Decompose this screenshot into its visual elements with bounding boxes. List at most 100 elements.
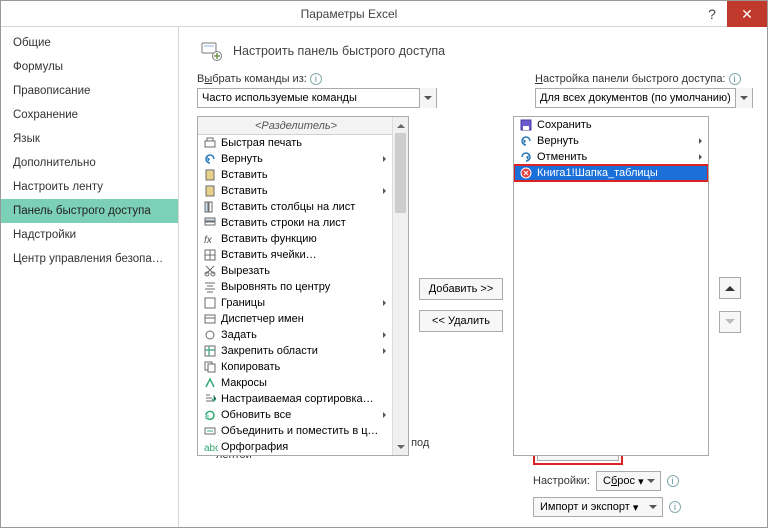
chevron-down-icon [419, 88, 436, 108]
undo2-icon [518, 149, 534, 165]
custom-icon [518, 165, 534, 181]
add-button[interactable]: Добавить >> [419, 278, 503, 300]
customize-for-label: Настройка панели быстрого доступа:i [535, 73, 753, 85]
customize-qat-icon [197, 37, 225, 65]
info-icon[interactable]: i [667, 475, 679, 487]
scroll-up-icon[interactable] [393, 117, 408, 133]
submenu-indicator-icon [698, 165, 706, 181]
submenu-indicator-icon [698, 149, 706, 165]
list-item[interactable]: Вернуть [514, 133, 708, 149]
submenu-indicator-icon [382, 231, 390, 247]
set-icon [202, 327, 218, 343]
paste-icon [202, 167, 218, 183]
move-up-button[interactable] [719, 277, 741, 299]
list-item[interactable]: Книга1!Шапка_таблицы [514, 165, 708, 181]
list-item[interactable]: fxВставить функцию [198, 231, 392, 247]
center-icon [202, 279, 218, 295]
cells-icon [202, 247, 218, 263]
submenu-indicator-icon [382, 247, 390, 263]
cut-icon [202, 263, 218, 279]
move-down-button[interactable] [719, 311, 741, 333]
remove-button[interactable]: << Удалить [419, 310, 503, 332]
current-qat-list[interactable]: СохранитьВернутьОтменитьКнига1!Шапка_таб… [513, 116, 709, 456]
chevron-down-icon [735, 88, 752, 108]
submenu-indicator-icon [698, 117, 706, 133]
undo-icon [518, 133, 534, 149]
submenu-indicator-icon [382, 183, 390, 199]
svg-text:fx: fx [204, 235, 213, 246]
reset-dropdown[interactable]: Сброс ▾ [596, 471, 661, 491]
list-item[interactable]: abcОрфография [198, 439, 392, 455]
list-item[interactable]: Отменить [514, 149, 708, 165]
names-icon [202, 311, 218, 327]
available-commands-list[interactable]: <Разделитель>Быстрая печатьВернутьВстави… [197, 116, 409, 456]
submenu-indicator-icon [382, 359, 390, 375]
macro-icon [202, 375, 218, 391]
info-icon[interactable]: i [729, 73, 741, 85]
list-item[interactable]: Вырезать [198, 263, 392, 279]
sidebar-item[interactable]: Формулы [1, 55, 178, 79]
submenu-indicator-icon [382, 199, 390, 215]
submenu-indicator-icon [382, 295, 390, 311]
list-item[interactable]: Объединить и поместить в центре [198, 423, 392, 439]
list-item[interactable]: Вставить столбцы на лист [198, 199, 392, 215]
scrollbar[interactable] [392, 117, 408, 455]
sidebar-item[interactable]: Панель быстрого доступа [1, 199, 178, 223]
list-item[interactable]: Диспетчер имен [198, 311, 392, 327]
submenu-indicator-icon [382, 279, 390, 295]
sidebar-item[interactable]: Сохранение [1, 103, 178, 127]
cols-icon [202, 199, 218, 215]
choose-commands-combo[interactable]: Часто используемые команды [197, 88, 437, 108]
sort-icon [202, 391, 218, 407]
scroll-down-icon[interactable] [393, 439, 408, 455]
info-icon[interactable]: i [669, 501, 681, 513]
help-button[interactable]: ? [697, 6, 727, 22]
sidebar-item[interactable]: Надстройки [1, 223, 178, 247]
sidebar-item[interactable]: Правописание [1, 79, 178, 103]
save-icon [518, 117, 534, 133]
list-item[interactable]: Вставить [198, 167, 392, 183]
customize-for-combo[interactable]: Для всех документов (по умолчанию) [535, 88, 753, 108]
copy-icon [202, 359, 218, 375]
sidebar-item[interactable]: Дополнительно [1, 151, 178, 175]
sidebar-item[interactable]: Центр управления безопасностью [1, 247, 178, 271]
list-item[interactable]: Сохранить [514, 117, 708, 133]
sidebar-item[interactable]: Настроить ленту [1, 175, 178, 199]
submenu-indicator-icon [382, 391, 390, 407]
scroll-thumb[interactable] [395, 133, 406, 213]
list-item[interactable]: Макросы [198, 375, 392, 391]
list-separator-header[interactable]: <Разделитель> [198, 117, 392, 135]
choose-commands-label: Выбрать команды из:i [197, 73, 437, 85]
list-item[interactable]: Выровнять по центру [198, 279, 392, 295]
list-item[interactable]: Закрепить области [198, 343, 392, 359]
sidebar-item[interactable]: Общие [1, 31, 178, 55]
list-item[interactable]: Задать [198, 327, 392, 343]
list-item[interactable]: Настраиваемая сортировка… [198, 391, 392, 407]
excel-options-dialog: Параметры Excel ? ✕ ОбщиеФормулыПравопис… [0, 0, 768, 528]
undo-icon [202, 151, 218, 167]
sidebar-item[interactable]: Язык [1, 127, 178, 151]
submenu-indicator-icon [382, 215, 390, 231]
list-item[interactable]: Обновить все [198, 407, 392, 423]
import-export-dropdown[interactable]: Импорт и экспорт ▾ [533, 497, 663, 517]
submenu-indicator-icon [382, 343, 390, 359]
list-item[interactable]: Вставить ячейки… [198, 247, 392, 263]
list-item[interactable]: Вернуть [198, 151, 392, 167]
list-item[interactable]: Границы [198, 295, 392, 311]
list-item[interactable]: Вставить [198, 183, 392, 199]
list-item[interactable]: Быстрая печать [198, 135, 392, 151]
submenu-indicator-icon [382, 423, 390, 439]
list-item[interactable]: Вставить строки на лист [198, 215, 392, 231]
submenu-indicator-icon [382, 263, 390, 279]
svg-text:abc: abc [204, 443, 218, 454]
print-icon [202, 135, 218, 151]
submenu-indicator-icon [382, 311, 390, 327]
paste-icon [202, 183, 218, 199]
settings-label: Настройки: [533, 475, 590, 487]
refresh-icon [202, 407, 218, 423]
category-sidebar: ОбщиеФормулыПравописаниеСохранениеЯзыкДо… [1, 27, 179, 527]
list-item[interactable]: Копировать [198, 359, 392, 375]
border-icon [202, 295, 218, 311]
close-button[interactable]: ✕ [727, 1, 767, 27]
info-icon[interactable]: i [310, 73, 322, 85]
